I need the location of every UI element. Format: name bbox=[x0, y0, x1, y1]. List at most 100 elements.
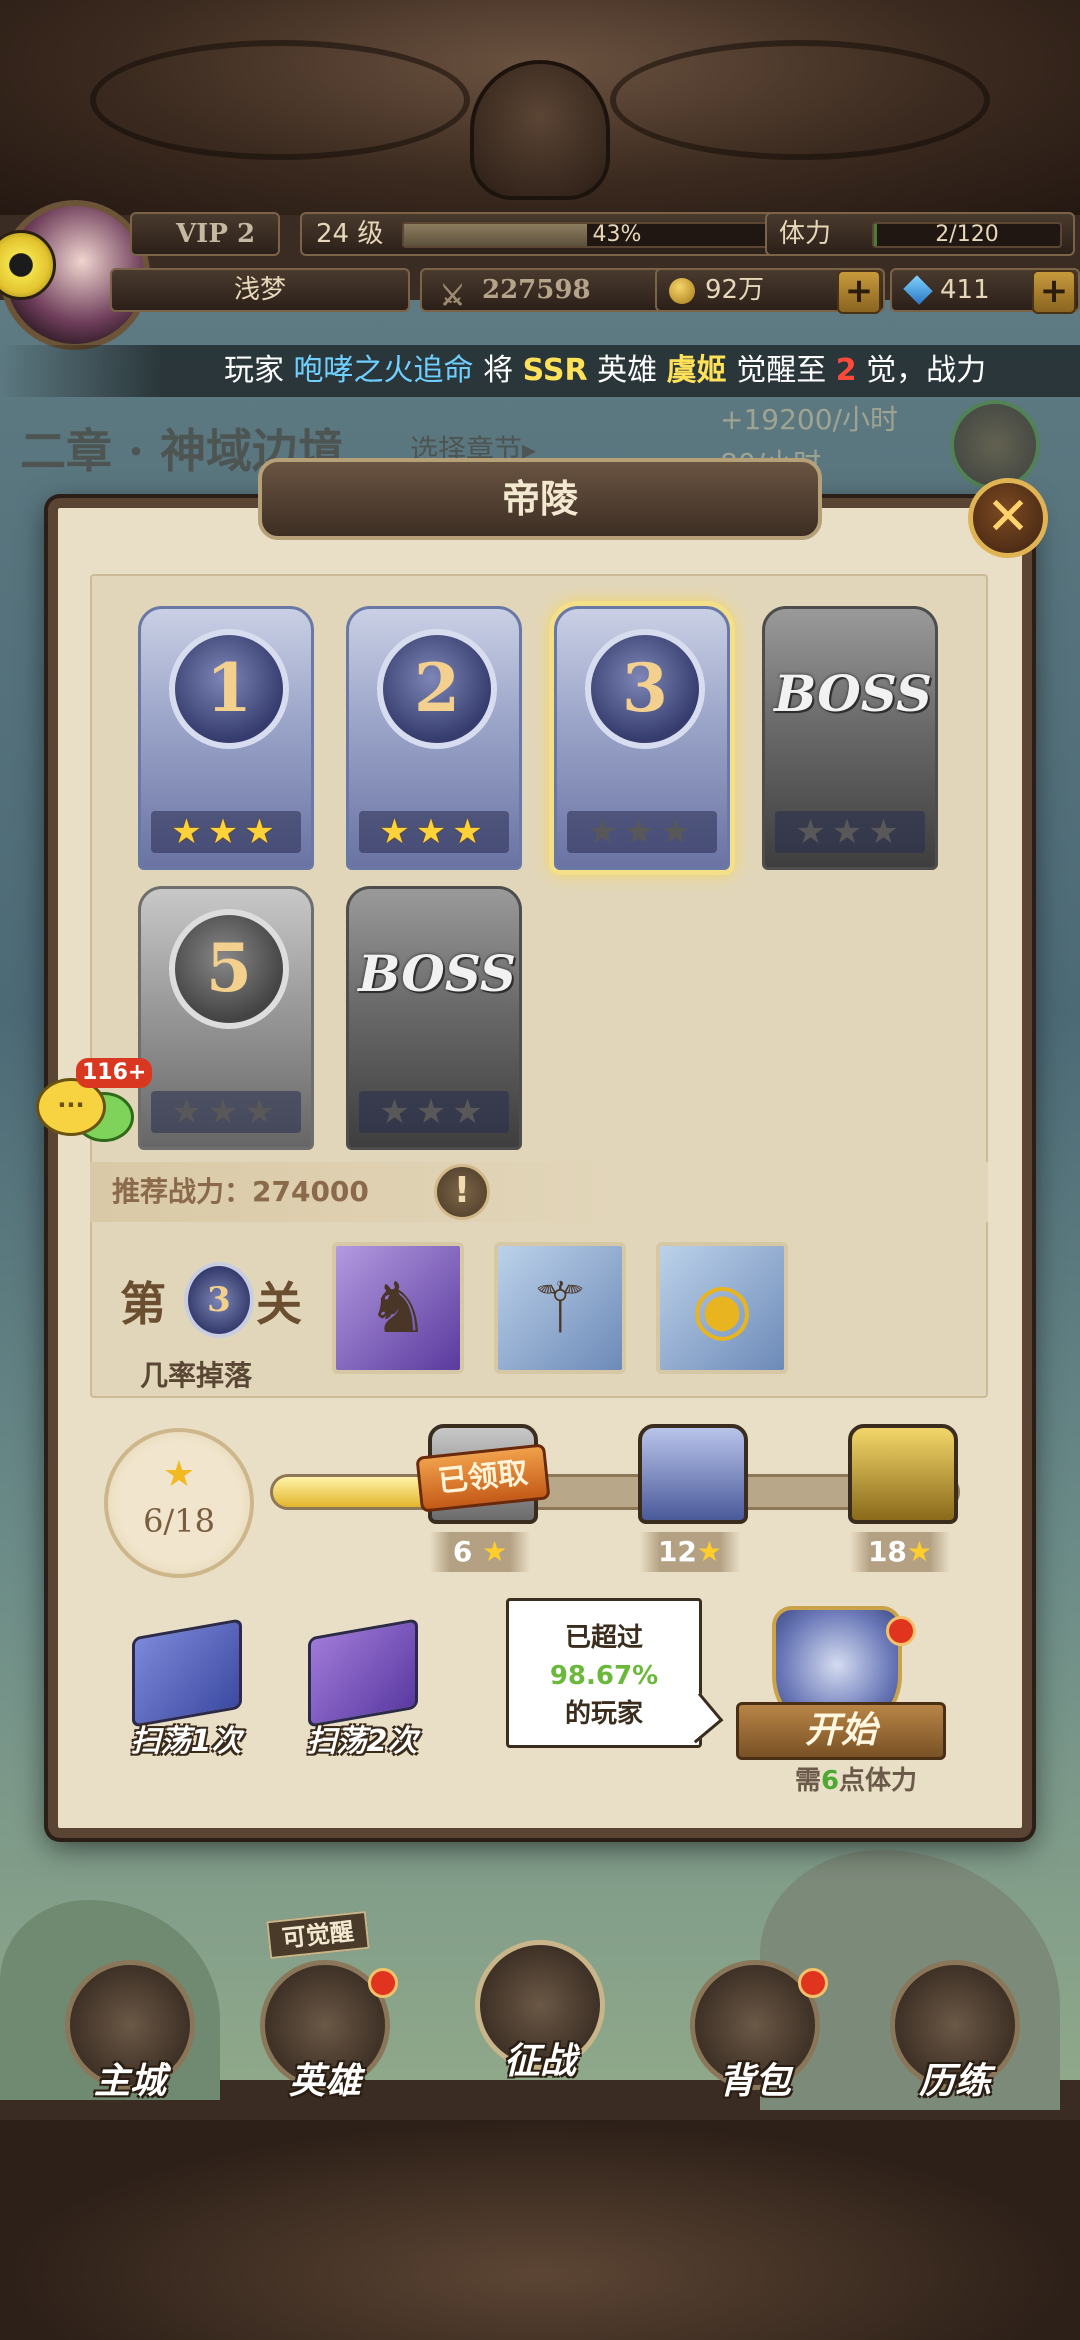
stamina-value: 2/120 bbox=[935, 222, 999, 247]
star-progress-text: 6/18 bbox=[143, 1502, 215, 1540]
broadcast-level: 2 bbox=[835, 353, 857, 388]
star-empty-icon: ★ bbox=[379, 1092, 416, 1132]
star-empty-icon: ★ bbox=[415, 1092, 453, 1132]
stage-stars: ★★★ bbox=[359, 1091, 509, 1133]
star-empty-icon: ★ bbox=[244, 1092, 281, 1132]
notification-dot bbox=[368, 1968, 398, 1998]
right-wing-ornament bbox=[610, 40, 990, 160]
chat-unread-badge: 116+ bbox=[76, 1058, 153, 1088]
stage-suffix: 关 bbox=[256, 1277, 302, 1331]
start-battle-button[interactable]: 开始 bbox=[736, 1606, 946, 1776]
drop-item-equipment[interactable]: ⚚ bbox=[494, 1242, 626, 1374]
idle-reward-chest-icon[interactable] bbox=[950, 400, 1040, 490]
star-filled-icon: ★ bbox=[244, 812, 281, 852]
level-label: 24 级 bbox=[316, 219, 384, 249]
vip-badge[interactable]: VIP 2 bbox=[130, 212, 280, 256]
star-empty-icon: ★ bbox=[868, 812, 905, 852]
stage-number: 1 bbox=[169, 629, 289, 749]
broadcast-player: 咆哮之火追命 bbox=[293, 353, 474, 388]
stage-card-3[interactable]: 3 ★★★ bbox=[554, 606, 730, 870]
nav-campaign[interactable]: 征战 bbox=[465, 1940, 615, 2100]
nav-label: 背包 bbox=[718, 2061, 791, 2102]
stamina-bar[interactable]: 体力 2/120 bbox=[765, 212, 1075, 256]
gold-counter: 92万 + bbox=[655, 268, 885, 314]
star-filled-icon: ★ bbox=[207, 812, 245, 852]
milestone-value: 6 bbox=[452, 1535, 473, 1568]
stage-stars: ★★★ bbox=[151, 811, 301, 853]
nav-main-city[interactable]: 主城 bbox=[55, 1960, 205, 2120]
broadcast-text: 玩家 bbox=[224, 353, 294, 388]
nav-heroes[interactable]: 英雄 bbox=[250, 1960, 400, 2120]
stage-card-boss[interactable]: BOSS ★★★ bbox=[346, 886, 522, 1150]
stage-prefix: 第 bbox=[120, 1277, 166, 1331]
milestone-value: 18 bbox=[867, 1535, 907, 1568]
drop-label: 几率掉落 bbox=[140, 1359, 253, 1392]
stamina-progress: 2/120 bbox=[872, 222, 1062, 248]
milestone-18: 18★ bbox=[850, 1532, 950, 1572]
stage-label: 第 3 关 bbox=[120, 1262, 320, 1342]
player-name: 浅梦 bbox=[110, 268, 410, 312]
star-filled-icon: ★ bbox=[415, 812, 453, 852]
star-empty-icon: ★ bbox=[831, 812, 869, 852]
add-gems-button[interactable]: + bbox=[1032, 270, 1076, 314]
info-icon[interactable]: ! bbox=[434, 1164, 490, 1220]
broadcast-text: 将 bbox=[473, 353, 523, 388]
star-empty-icon: ★ bbox=[623, 812, 661, 852]
flag-icon bbox=[308, 1618, 418, 1728]
combat-power-value: 227598 bbox=[482, 275, 591, 305]
add-gold-button[interactable]: + bbox=[837, 270, 881, 314]
star-empty-icon: ★ bbox=[452, 1092, 489, 1132]
nav-trials[interactable]: 历练 bbox=[880, 1960, 1030, 2120]
broadcast-hero: 虞姬 bbox=[666, 353, 727, 388]
star-empty-icon: ★ bbox=[207, 1092, 245, 1132]
reward-chest-gold[interactable] bbox=[848, 1424, 958, 1524]
stage-card-5[interactable]: 5 ★★★ bbox=[138, 886, 314, 1150]
left-wing-ornament bbox=[90, 40, 470, 160]
drop-item-gold[interactable]: ◉ bbox=[656, 1242, 788, 1374]
stamina-label: 体力 bbox=[779, 219, 832, 249]
milestone-12: 12★ bbox=[640, 1532, 740, 1572]
milestone-6: 6 ★ bbox=[430, 1532, 530, 1572]
stage-number: 5 bbox=[169, 909, 289, 1029]
boss-label: BOSS bbox=[358, 944, 516, 1003]
ranking-speech-bubble: 已超过 98.67% 的玩家 bbox=[506, 1598, 702, 1748]
cost-prefix: 需 bbox=[794, 1766, 821, 1796]
close-button[interactable]: ✕ bbox=[968, 478, 1048, 558]
bottom-ornament bbox=[0, 2120, 1080, 2340]
broadcast-rarity: SSR bbox=[522, 353, 588, 388]
hud-top-row: VIP 2 24 级 43% 体力 2/120 bbox=[100, 212, 1080, 262]
star-empty-icon: ★ bbox=[660, 812, 697, 852]
hero-shard-icon: ♞ bbox=[366, 1267, 430, 1349]
top-ornament bbox=[0, 0, 1080, 215]
star-filled-icon: ★ bbox=[171, 812, 208, 852]
sweep-twice-button[interactable]: 扫荡2次 bbox=[292, 1618, 432, 1759]
speech-line-3: 的玩家 bbox=[564, 1699, 643, 1729]
broadcast-text: 觉醒至 bbox=[726, 353, 836, 388]
sweep-once-button[interactable]: 扫荡1次 bbox=[116, 1618, 256, 1759]
gold-value: 92万 bbox=[705, 275, 765, 305]
panel-title: 帝陵 bbox=[258, 458, 822, 540]
drop-item-hero[interactable]: ♞ bbox=[332, 1242, 464, 1374]
star-icon: ★ bbox=[482, 1535, 508, 1568]
star-filled-icon: ★ bbox=[379, 812, 416, 852]
stage-stars: ★★★ bbox=[359, 811, 509, 853]
stage-stars: ★★★ bbox=[151, 1091, 301, 1133]
staff-weapon-icon: ⚚ bbox=[528, 1267, 592, 1349]
stage-stars: ★★★ bbox=[775, 811, 925, 853]
stage-card-boss[interactable]: BOSS ★★★ bbox=[762, 606, 938, 870]
cost-suffix: 点体力 bbox=[839, 1766, 918, 1796]
stage-card-1[interactable]: 1 ★★★ bbox=[138, 606, 314, 870]
nav-backpack[interactable]: 背包 bbox=[680, 1960, 830, 2120]
flag-icon bbox=[132, 1618, 242, 1728]
crossed-swords-icon: ⚔ bbox=[440, 279, 466, 312]
star-filled-icon: ★ bbox=[452, 812, 489, 852]
star-empty-icon: ★ bbox=[171, 1092, 208, 1132]
bottom-navigation: 主城 英雄 征战 背包 历练 bbox=[0, 1920, 1080, 2140]
stage-card-2[interactable]: 2 ★★★ bbox=[346, 606, 522, 870]
nav-label: 征战 bbox=[503, 2041, 576, 2082]
reward-chest-blue[interactable] bbox=[638, 1424, 748, 1524]
gold-coins-icon: ◉ bbox=[691, 1267, 753, 1349]
helmet-emblem-icon bbox=[470, 60, 610, 200]
gem-value: 411 bbox=[940, 275, 990, 305]
broadcast-text: 英雄 bbox=[587, 353, 667, 388]
